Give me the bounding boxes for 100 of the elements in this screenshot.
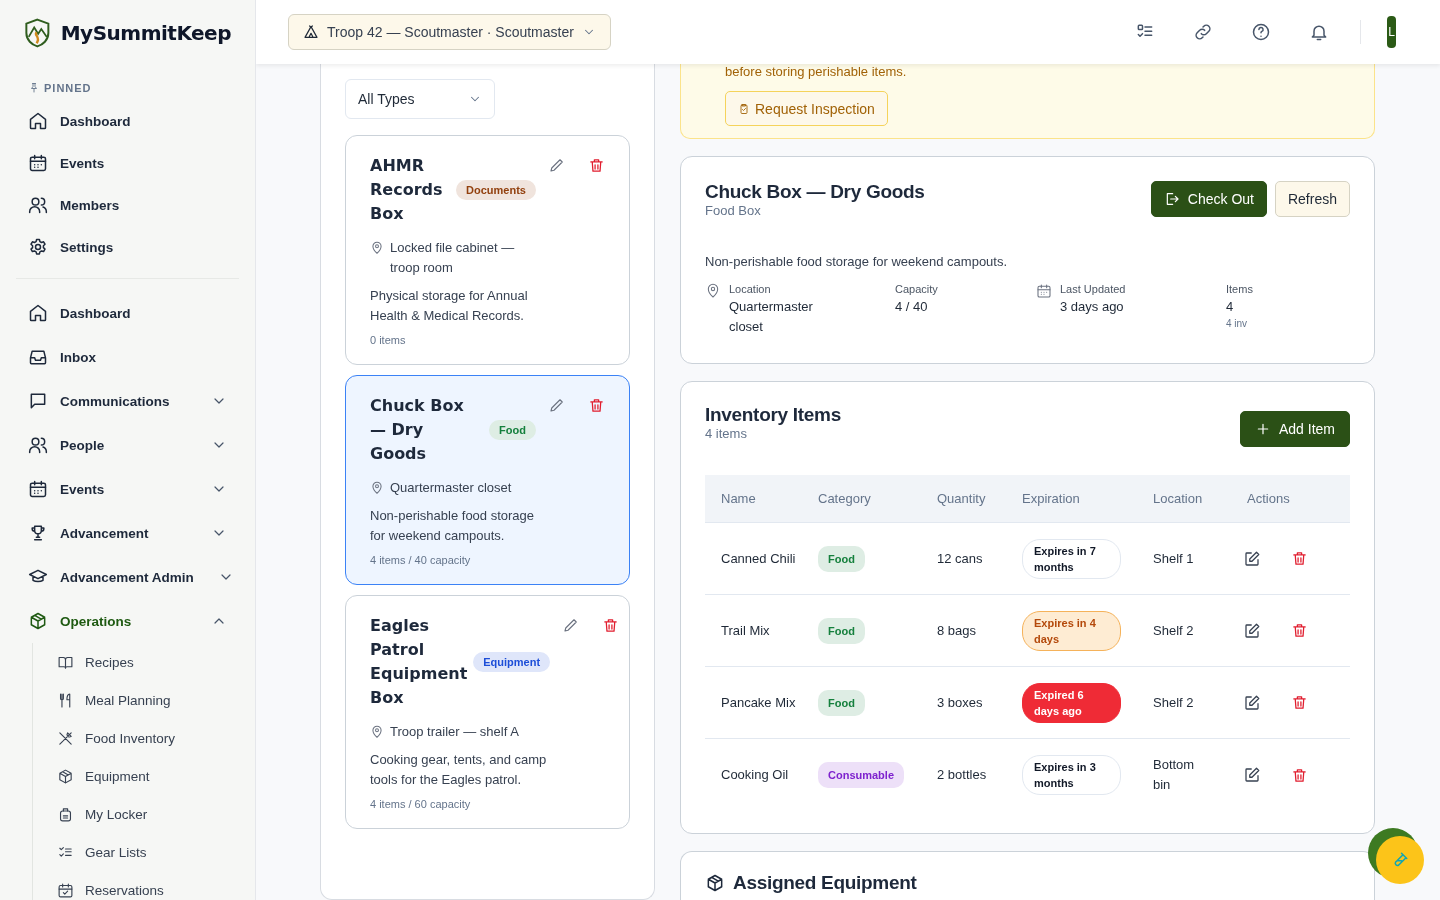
column-header: Actions	[1246, 491, 1291, 506]
delete-button[interactable]	[602, 616, 620, 634]
pencil-icon	[548, 156, 566, 174]
backpack-icon	[57, 805, 74, 823]
delete-button[interactable]	[1291, 693, 1308, 712]
trash-icon	[1291, 622, 1308, 639]
nav-link[interactable]: Food Inventory	[45, 719, 239, 757]
add-item-button[interactable]: Add Item	[1239, 411, 1350, 447]
app-name: MySummitKeep	[60, 21, 231, 45]
calendar-check-icon	[57, 881, 74, 899]
nav-link[interactable]: Operations	[16, 599, 239, 643]
nav-link[interactable]: Dashboard	[16, 100, 239, 142]
notice-text: before storing perishable items.	[725, 64, 908, 80]
trash-icon	[1291, 550, 1308, 567]
fact-value: 3 days ago	[1060, 298, 1125, 316]
refresh-button[interactable]: Refresh	[1274, 181, 1350, 217]
section-label: PINNED	[44, 82, 92, 94]
check-out-button[interactable]: Check Out	[1150, 181, 1267, 217]
edit-icon	[1243, 549, 1261, 568]
item-quantity: 12 cans	[936, 549, 984, 568]
trophy-icon	[28, 523, 48, 543]
request-inspection-button[interactable]: Request Inspection	[725, 91, 888, 126]
box-title: Chuck Box — Dry Goods	[370, 395, 465, 465]
fact-label: Capacity	[895, 283, 938, 295]
delete-button[interactable]	[1291, 766, 1308, 784]
box-description: Non-perishable food storage for weekend campouts.	[705, 254, 1009, 269]
box-location: Troop trailer — shelf A	[390, 723, 519, 741]
nav-link[interactable]: Dashboard	[16, 291, 239, 335]
nav-link[interactable]: Members	[16, 184, 239, 226]
nav-link[interactable]: Reservations	[45, 871, 239, 900]
nav-link[interactable]: Recipes	[45, 643, 239, 681]
box-card[interactable]: Eagles Patrol Equipment Box Equipment Troop trailer — shelf A Cooking gear, tents, and camp tools for the Eagles patrol. 4 items / 60 capacity	[345, 595, 630, 829]
edit-button[interactable]	[1243, 693, 1261, 712]
box-description: Cooking gear, tents, and camp tools for the Eagles patrol.	[370, 751, 548, 789]
nav-link[interactable]: Equipment	[45, 757, 239, 795]
item-location: Shelf 2	[1152, 693, 1195, 712]
box-card[interactable]: AHMR Records Box Documents Locked file cabinet — troop room Physical storage for Annual Health & Medical Records. 0 items	[345, 135, 630, 365]
box-icon	[57, 767, 74, 785]
edit-button[interactable]	[548, 156, 566, 174]
pencil-icon	[548, 396, 566, 414]
item-name: Trail Mix	[720, 621, 771, 640]
delete-button[interactable]	[588, 156, 605, 174]
type-filter[interactable]: All Types	[345, 79, 495, 119]
expiration-status: Expires in 3 months	[1022, 755, 1121, 795]
location-icon	[705, 283, 721, 299]
expiration-status: Expired 6 days ago	[1022, 682, 1121, 723]
nav-link[interactable]: Advancement	[16, 511, 239, 555]
box-location: Quartermaster closet	[390, 479, 512, 497]
nav-link[interactable]: Meal Planning	[45, 681, 239, 719]
item-quantity: 2 bottles	[936, 766, 988, 784]
nav-link[interactable]: Settings	[16, 226, 239, 268]
column-header: Location	[1152, 491, 1204, 506]
section-title: Inventory Items	[705, 404, 841, 426]
trash-icon	[588, 156, 605, 174]
edit-icon	[1243, 693, 1261, 712]
fact-value: 4 / 40	[895, 298, 929, 316]
delete-button[interactable]	[588, 396, 605, 414]
user-avatar[interactable]: L	[1387, 16, 1396, 48]
type-tag: Documents	[456, 180, 536, 200]
nav-link[interactable]: Communications	[16, 379, 239, 423]
item-quantity: 8 bags	[936, 621, 978, 640]
category-tag: Food	[818, 545, 865, 572]
nav-link[interactable]: Inbox	[16, 335, 239, 379]
box-title: AHMR Records Box	[370, 155, 444, 225]
clipboard-icon	[738, 102, 750, 115]
expiration-status: Expires in 4 days	[1022, 610, 1121, 651]
edit-button[interactable]	[1243, 621, 1261, 640]
location-icon	[370, 725, 384, 739]
trash-icon	[1291, 766, 1308, 784]
edit-icon	[1243, 621, 1261, 640]
edit-button[interactable]	[1243, 549, 1261, 568]
users-icon	[28, 435, 48, 455]
nav-link[interactable]: Gear Lists	[45, 833, 239, 871]
nav-link[interactable]: Advancement Admin	[16, 555, 239, 599]
section-title: Assigned Equipment	[733, 872, 917, 894]
help-icon	[1251, 22, 1271, 42]
home-icon	[28, 303, 48, 323]
type-tag: Equipment	[473, 652, 551, 672]
edit-button[interactable]	[548, 396, 566, 414]
nav-link[interactable]: My Locker	[45, 795, 239, 833]
users-icon	[28, 195, 48, 215]
fact-label: Items	[1226, 283, 1253, 295]
edit-button[interactable]	[1243, 766, 1261, 784]
box-card[interactable]: Chuck Box — Dry Goods Food Quartermaster closet Non-perishable food storage for weekend campouts. 4 items / 40 capacity	[345, 375, 630, 585]
column-header: Name	[720, 491, 757, 506]
unit-selector[interactable]: Troop 42 — Scoutmaster · Scoutmaster	[288, 14, 611, 50]
delete-button[interactable]	[1291, 621, 1308, 640]
crossed-tools-icon	[57, 729, 74, 747]
link-icon	[1193, 22, 1213, 42]
item-name: Cooking Oil	[720, 766, 790, 784]
fact-note: 4 inv	[1226, 318, 1249, 329]
box-location: Locked file cabinet — troop room	[390, 239, 516, 277]
box-title: Eagles Patrol Equipment Box	[370, 615, 468, 709]
nav-link[interactable]: People	[16, 423, 239, 467]
chat-icon	[28, 391, 48, 411]
delete-button[interactable]	[1291, 549, 1308, 568]
fact-label: Location	[729, 283, 772, 295]
nav-link[interactable]: Events	[16, 467, 239, 511]
tent-icon	[303, 24, 319, 40]
nav-link[interactable]: Events	[16, 142, 239, 184]
